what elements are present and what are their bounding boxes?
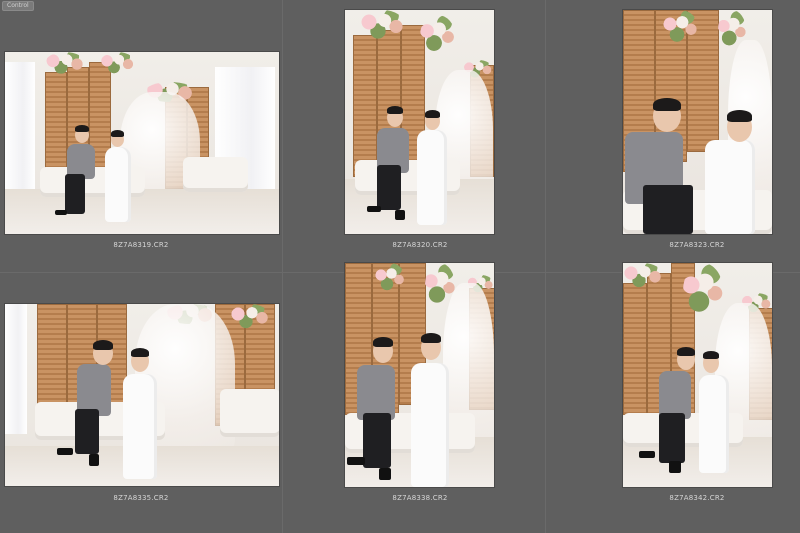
thumbnail-cell[interactable]: 8Z7A8338.CR2 <box>283 263 545 533</box>
photo-groom-hair <box>93 340 113 350</box>
photo-wood-panel <box>353 35 377 177</box>
photo-groom-hair <box>75 125 89 132</box>
thumbnail-cell[interactable]: 8Z7A8335.CR2 <box>0 273 282 533</box>
photo-groom-legs <box>659 413 685 463</box>
photo-sofa <box>183 157 248 192</box>
photo-bride-hair <box>111 130 124 137</box>
photo-shoe <box>89 454 99 466</box>
photo-flowers <box>100 52 135 74</box>
photo-shoe <box>669 461 681 473</box>
photo-flowers <box>663 10 698 45</box>
thumbnail-filename: 8Z7A8338.CR2 <box>392 494 448 502</box>
photo-groom-legs <box>65 174 85 214</box>
photo-sofa <box>220 389 279 437</box>
photo-thumbnail[interactable] <box>5 52 279 234</box>
photo-bride <box>105 147 131 222</box>
photo-bride <box>417 130 447 225</box>
photo-flowers <box>230 304 270 329</box>
thumbnail-filename: 8Z7A8342.CR2 <box>669 494 725 502</box>
photo-bride-hair <box>425 110 440 118</box>
photo-flowers <box>683 263 723 318</box>
photo-groom-hair <box>653 98 681 111</box>
photo-wood-panel <box>623 283 647 415</box>
photo-groom <box>659 371 691 419</box>
photo-flowers <box>45 52 85 74</box>
photo-thumbnail[interactable] <box>345 10 494 234</box>
thumbnail-cell[interactable]: 8Z7A8342.CR2 <box>546 263 800 533</box>
photo-bride-hair <box>421 333 441 343</box>
photo-thumbnail[interactable] <box>345 263 494 487</box>
photo-groom-hair <box>373 337 393 347</box>
photo-groom-hair <box>677 347 695 356</box>
thumbnail-cell[interactable]: 8Z7A8320.CR2 <box>283 0 545 272</box>
thumbnail-filename: 8Z7A8320.CR2 <box>392 241 448 249</box>
thumbnail-filename: 8Z7A8323.CR2 <box>669 241 725 249</box>
photo-thumbnail[interactable] <box>623 10 772 234</box>
photo-shoe <box>55 210 67 215</box>
photo-shoe <box>639 451 655 458</box>
photo-thumbnail[interactable] <box>623 263 772 487</box>
photo-groom-legs <box>363 413 391 468</box>
photo-bride-hair <box>727 110 752 122</box>
thumbnail-filename: 8Z7A8319.CR2 <box>113 241 169 249</box>
photo-groom-hair <box>387 106 403 114</box>
photo-groom-legs <box>643 185 693 234</box>
photo-groom <box>357 365 395 420</box>
thumbnail-filename: 8Z7A8335.CR2 <box>113 494 169 502</box>
thumbnail-cell[interactable]: 8Z7A8319.CR2 <box>0 0 282 272</box>
photo-shoe <box>395 210 405 220</box>
photo-bride <box>123 374 157 479</box>
photo-bride <box>705 140 755 234</box>
photo-bride-hair <box>131 348 149 357</box>
photo-shoe <box>379 468 391 480</box>
photo-bride-hair <box>703 351 719 359</box>
photo-curtain <box>5 62 35 202</box>
photo-flowers <box>420 15 455 55</box>
photo-flowers <box>360 10 405 40</box>
photo-shoe <box>347 457 365 465</box>
photo-groom-legs <box>75 409 99 454</box>
photo-groom-legs <box>377 165 401 210</box>
photo-thumbnail[interactable] <box>5 304 279 486</box>
photo-curtain <box>5 304 27 434</box>
photo-shoe <box>367 206 381 212</box>
photo-flowers <box>623 263 663 288</box>
photo-bride <box>411 363 449 487</box>
photo-bride <box>699 375 729 473</box>
photo-shoe <box>57 448 73 455</box>
photo-flowers <box>375 263 405 293</box>
thumbnail-cell[interactable]: 8Z7A8323.CR2 <box>546 0 800 272</box>
